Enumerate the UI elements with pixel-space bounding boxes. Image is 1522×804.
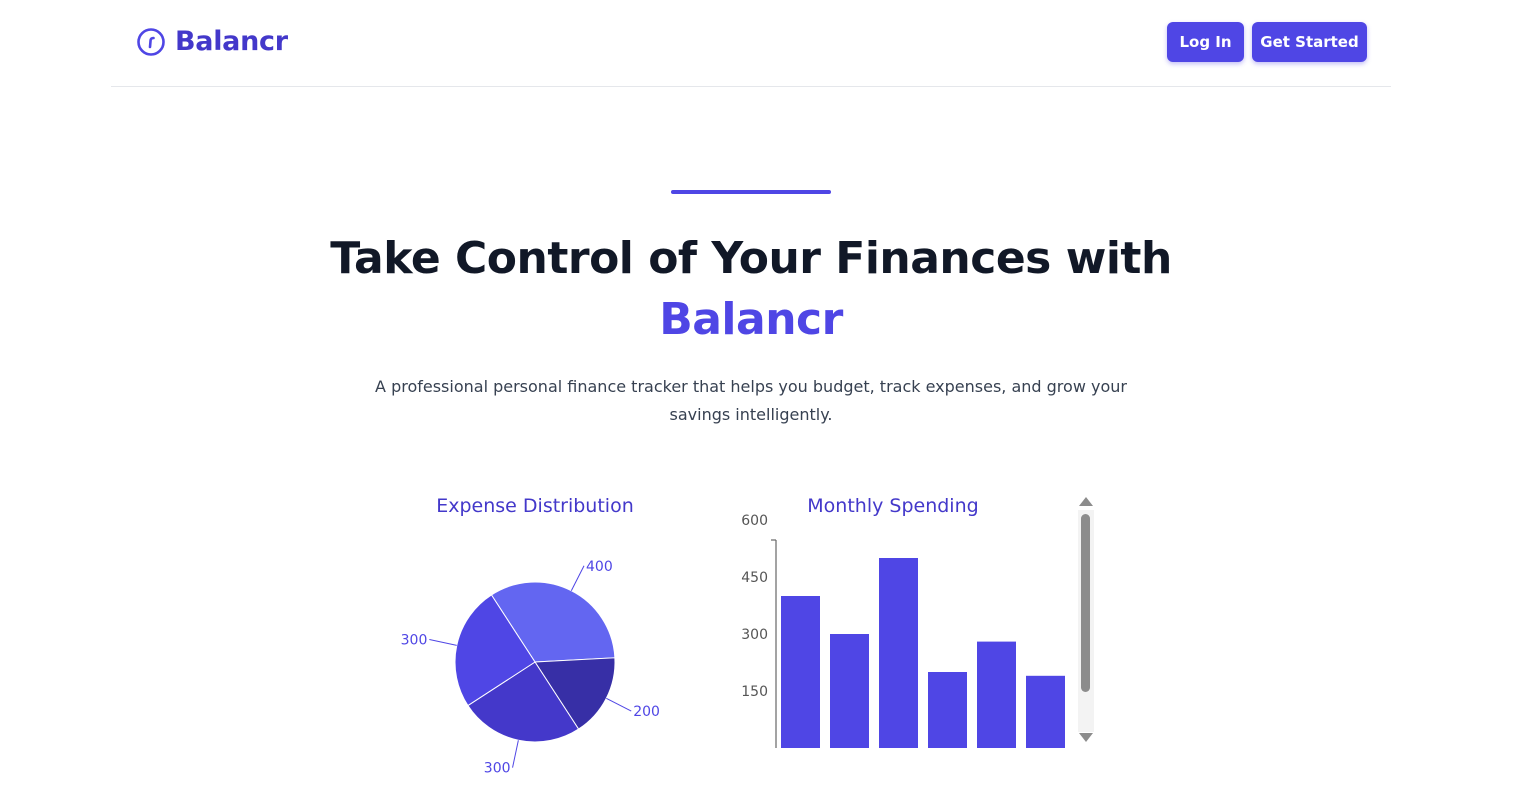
expense-pie-chart: 400 200 300 300 <box>401 559 660 777</box>
pie-value-label: 300 <box>484 761 511 777</box>
pie-value-label: 300 <box>401 633 428 649</box>
pie-leader-line <box>429 639 457 646</box>
pie-leader-line <box>570 565 585 591</box>
pie-leader-line <box>606 697 632 712</box>
pie-value-label: 200 <box>633 704 660 720</box>
scroll-down-arrow-icon[interactable] <box>1079 733 1093 742</box>
pie-leader-line <box>512 740 519 768</box>
pie-value-label: 400 <box>586 559 613 575</box>
scroll-up-arrow-icon[interactable] <box>1079 497 1093 506</box>
chart-scrollbar-thumb[interactable] <box>1081 514 1090 692</box>
